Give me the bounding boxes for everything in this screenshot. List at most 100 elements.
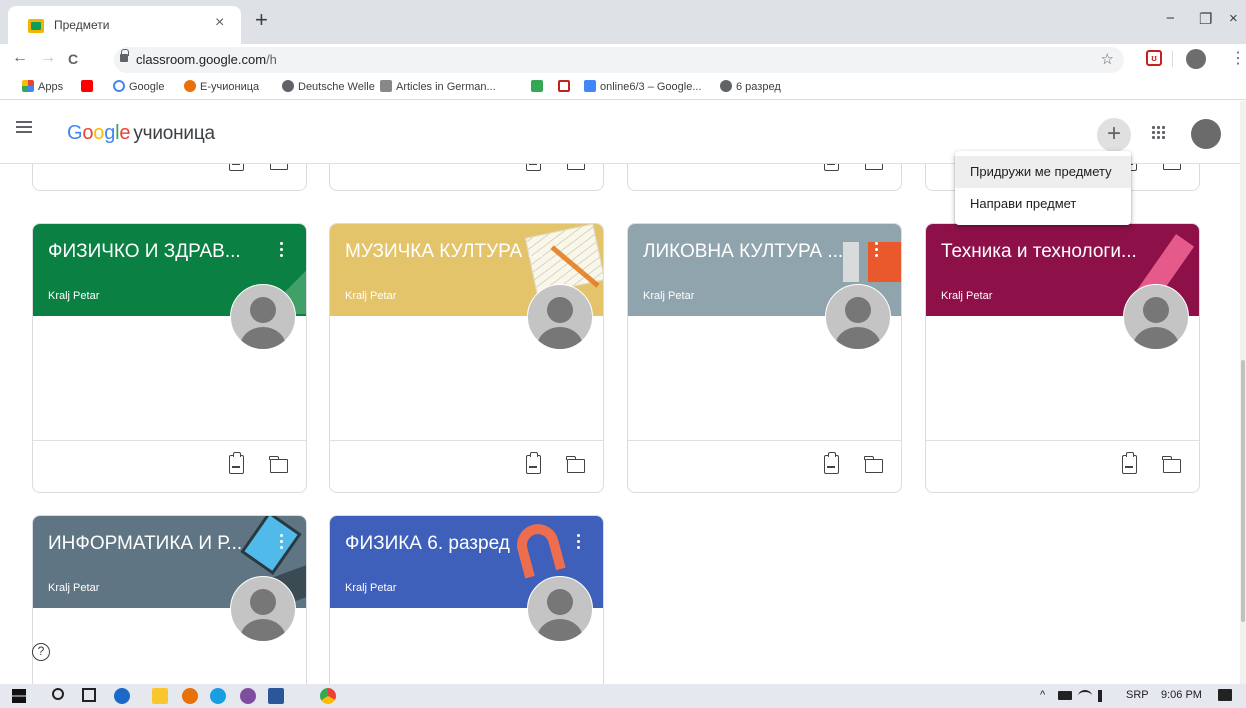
tray-overflow-icon[interactable]: ^	[1040, 689, 1045, 701]
assignments-icon[interactable]	[526, 452, 541, 474]
task-view-icon[interactable]	[82, 688, 96, 702]
folder-icon[interactable]	[269, 456, 288, 473]
class-card[interactable]: ЛИКОВНА КУЛТУРА ... Kralj Petar	[627, 223, 902, 493]
bookmark-e-classroom[interactable]: Е-учионица	[184, 80, 259, 93]
chrome-taskbar-icon[interactable]	[320, 688, 336, 704]
class-owner[interactable]: Kralj Petar	[48, 290, 99, 302]
bookmark-apps[interactable]: Apps	[22, 80, 63, 93]
product-name: учионица	[133, 123, 215, 144]
create-class-menu-item[interactable]: Направи предмет	[955, 188, 1131, 220]
assignments-icon[interactable]	[824, 164, 839, 171]
maximize-button[interactable]: ❐	[1199, 10, 1212, 28]
bookmark-green[interactable]	[531, 80, 547, 93]
assignments-icon[interactable]	[824, 452, 839, 474]
bookmark-online6-3[interactable]: online6/3 – Google...	[584, 80, 702, 93]
tab-active[interactable]: Предмети ×	[8, 6, 241, 44]
tablet-illustration	[240, 516, 302, 575]
class-options-icon[interactable]	[577, 534, 581, 550]
bookmark-articles-german[interactable]: Articles in German...	[380, 80, 496, 93]
teacher-avatar	[825, 284, 891, 350]
google-apps-icon[interactable]	[1152, 126, 1166, 140]
wifi-icon[interactable]	[1078, 690, 1092, 702]
extension-icon[interactable]: ʊ	[1146, 50, 1162, 66]
assignments-icon[interactable]	[229, 452, 244, 474]
edge-icon[interactable]	[114, 688, 130, 704]
volume-icon[interactable]	[1098, 690, 1112, 702]
class-options-icon[interactable]	[280, 534, 284, 550]
forward-button[interactable]: →	[40, 49, 56, 67]
class-owner[interactable]: Kralj Petar	[345, 582, 396, 594]
assignments-icon[interactable]	[229, 164, 244, 171]
bookmark-google[interactable]: Google	[113, 80, 164, 93]
battery-icon[interactable]	[1058, 691, 1072, 700]
folder-icon[interactable]	[1163, 164, 1181, 170]
google-classroom-logo[interactable]: Google учионица	[67, 122, 215, 145]
bookmark-deutsche-welle[interactable]: Deutsche Welle	[282, 80, 375, 93]
class-cards-area: ФИЗИЧКО И ЗДРАВ... Kralj Petar МУЗИЧКА К…	[0, 164, 1240, 684]
assignments-icon[interactable]	[526, 164, 541, 171]
folder-icon[interactable]	[567, 164, 585, 170]
new-tab-button[interactable]: +	[255, 9, 268, 31]
minimize-button[interactable]: −	[1166, 10, 1175, 27]
teacher-avatar	[230, 576, 296, 642]
search-icon[interactable]	[52, 688, 64, 700]
class-card-footer	[926, 440, 1199, 492]
class-title[interactable]: ЛИКОВНА КУЛТУРА ...	[643, 241, 843, 263]
word-icon[interactable]	[268, 688, 284, 704]
viber-icon[interactable]	[240, 688, 256, 704]
file-explorer-icon[interactable]	[152, 688, 168, 704]
class-title[interactable]: МУЗИЧКА КУЛТУРА ...	[345, 241, 543, 263]
folder-icon[interactable]	[566, 456, 585, 473]
class-options-icon[interactable]	[280, 242, 284, 258]
help-icon[interactable]: ?	[32, 643, 50, 661]
class-card-footer	[628, 440, 901, 492]
main-menu-icon[interactable]	[16, 121, 32, 133]
bookmark-gmail[interactable]	[558, 80, 574, 93]
windows-start-icon[interactable]	[12, 689, 26, 703]
class-owner[interactable]: Kralj Petar	[48, 582, 99, 594]
class-owner[interactable]: Kralj Petar	[941, 290, 992, 302]
class-card-footer-partial	[329, 164, 604, 191]
scrollbar-thumb[interactable]	[1241, 360, 1245, 622]
class-card[interactable]: Техника и технологи... Kralj Petar	[925, 223, 1200, 493]
class-owner[interactable]: Kralj Petar	[345, 290, 396, 302]
folder-icon[interactable]	[865, 164, 883, 170]
class-owner[interactable]: Kralj Petar	[643, 290, 694, 302]
tab-close-button[interactable]: ×	[215, 14, 224, 32]
class-card[interactable]: МУЗИЧКА КУЛТУРА ... Kralj Petar	[329, 223, 604, 493]
bookmark-youtube[interactable]	[81, 80, 97, 93]
address-bar[interactable]: classroom.google.com/h ☆	[114, 47, 1124, 73]
class-options-icon[interactable]	[875, 242, 879, 258]
docs-icon	[584, 80, 596, 92]
join-class-menu-item[interactable]: Придружи ме предмету	[955, 156, 1131, 188]
gmail-icon	[558, 80, 570, 92]
notifications-icon[interactable]	[1218, 689, 1232, 701]
add-class-button[interactable]: +	[1097, 118, 1131, 152]
window-close-button[interactable]: ×	[1229, 10, 1238, 27]
reload-button[interactable]: C	[68, 51, 78, 67]
chrome-menu-button[interactable]: ⋮	[1230, 48, 1246, 68]
assignments-icon[interactable]	[1122, 452, 1137, 474]
chrome-profile-avatar[interactable]	[1186, 49, 1206, 69]
bookmark-star-icon[interactable]: ☆	[1101, 50, 1114, 68]
folder-icon[interactable]	[1162, 456, 1181, 473]
folder-icon[interactable]	[864, 456, 883, 473]
back-button[interactable]: ←	[12, 49, 28, 67]
account-avatar[interactable]	[1191, 119, 1221, 149]
app-icon[interactable]	[182, 688, 198, 704]
clock[interactable]: 9:06 PM	[1161, 689, 1202, 701]
class-card-footer-partial	[32, 164, 307, 191]
class-title[interactable]: ФИЗИКА 6. разред	[345, 533, 510, 555]
folder-icon[interactable]	[270, 164, 288, 170]
class-title[interactable]: ФИЗИЧКО И ЗДРАВ...	[48, 241, 241, 263]
class-title[interactable]: ИНФОРМАТИКА И Р...	[48, 533, 242, 555]
url-text: classroom.google.com/h	[136, 52, 277, 67]
class-title[interactable]: Техника и технологи...	[941, 241, 1137, 263]
skype-icon[interactable]	[210, 688, 226, 704]
class-card[interactable]: ФИЗИКА 6. разред Kralj Petar	[329, 515, 604, 684]
class-card[interactable]: ФИЗИЧКО И ЗДРАВ... Kralj Petar	[32, 223, 307, 493]
class-card[interactable]: ИНФОРМАТИКА И Р... Kralj Petar	[32, 515, 307, 684]
lock-icon	[120, 49, 129, 62]
bookmark-6-razred[interactable]: 6 разред	[720, 80, 781, 93]
input-language[interactable]: SRP	[1126, 689, 1149, 701]
